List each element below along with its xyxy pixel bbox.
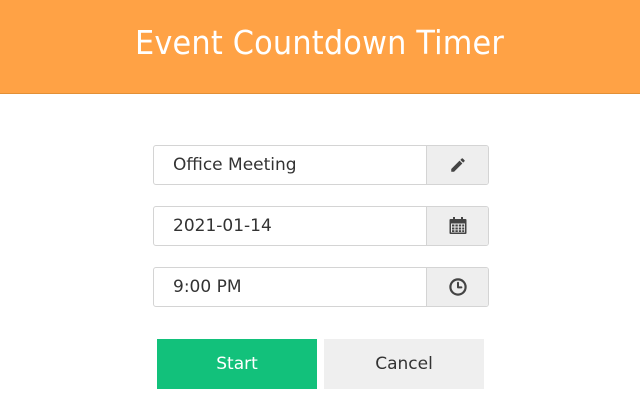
clock-icon bbox=[448, 278, 467, 296]
event-date-input[interactable] bbox=[154, 207, 426, 245]
event-name-field-group bbox=[153, 145, 489, 185]
cancel-button[interactable]: Cancel bbox=[324, 339, 484, 389]
pencil-icon bbox=[450, 158, 465, 172]
event-time-input[interactable] bbox=[154, 268, 426, 306]
edit-name-button[interactable] bbox=[426, 146, 488, 184]
calendar-icon bbox=[449, 217, 466, 234]
event-name-input[interactable] bbox=[154, 146, 426, 184]
event-time-field-group bbox=[153, 267, 489, 307]
start-button[interactable]: Start bbox=[157, 339, 317, 389]
date-picker-button[interactable] bbox=[426, 207, 488, 245]
page-title: Event Countdown Timer bbox=[135, 23, 505, 62]
event-date-field-group bbox=[153, 206, 489, 246]
time-picker-button[interactable] bbox=[426, 268, 488, 306]
app-header: Event Countdown Timer bbox=[0, 0, 640, 94]
